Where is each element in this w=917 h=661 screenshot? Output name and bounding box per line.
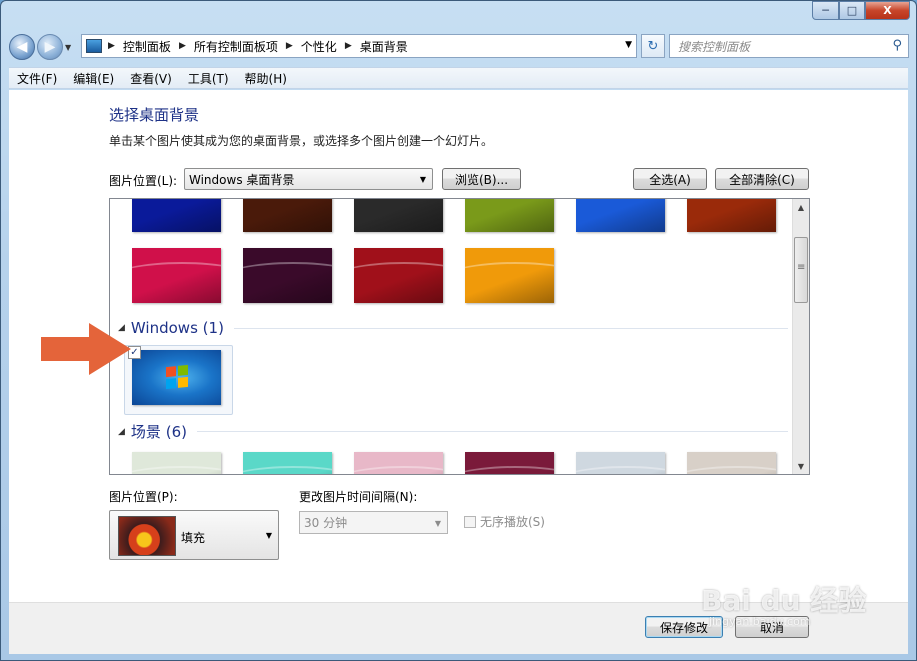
browse-button[interactable]: 浏览(B)... bbox=[442, 168, 521, 190]
wallpaper-thumbnail-solid[interactable] bbox=[243, 248, 332, 303]
collapse-triangle-icon[interactable]: ◢ bbox=[118, 427, 125, 437]
search-input[interactable]: 搜索控制面板 ⚲ bbox=[669, 34, 909, 58]
wallpaper-gallery: ◢ Windows (1) ✓ ◢ 场景 (6) ▲ ▼ bbox=[109, 198, 810, 475]
search-placeholder: 搜索控制面板 bbox=[678, 39, 751, 54]
wallpaper-thumbnail-solid[interactable] bbox=[354, 248, 443, 303]
page-description: 单击某个图片使其成为您的桌面背景，或选择多个图片创建一个幻灯片。 bbox=[109, 134, 494, 148]
wallpaper-thumbnail-scene[interactable] bbox=[354, 452, 443, 474]
minimize-button[interactable]: ─ bbox=[812, 1, 839, 20]
group-count: (6) bbox=[165, 422, 187, 441]
menu-view[interactable]: 查看(V) bbox=[122, 70, 180, 87]
menu-file[interactable]: 文件(F) bbox=[9, 70, 65, 87]
wallpaper-thumbnail-solid[interactable] bbox=[465, 248, 554, 303]
breadcrumb-item[interactable]: 桌面背景 bbox=[360, 38, 408, 55]
group-header-scenes[interactable]: ◢ 场景 (6) bbox=[118, 421, 788, 442]
watermark-subtext: jingyan.baidu.com bbox=[709, 615, 811, 628]
wallpaper-thumbnail-windows[interactable] bbox=[132, 350, 221, 405]
maximize-button[interactable]: □ bbox=[839, 1, 865, 20]
scroll-thumb[interactable] bbox=[794, 237, 808, 303]
interval-value: 30 分钟 bbox=[304, 516, 348, 530]
chevron-right-icon[interactable]: ▶ bbox=[286, 41, 293, 51]
scroll-down-icon[interactable]: ▼ bbox=[793, 458, 809, 474]
wallpaper-thumbnail-scene[interactable] bbox=[465, 452, 554, 474]
refresh-button[interactable]: ↻ bbox=[641, 34, 665, 58]
close-button[interactable]: X bbox=[865, 1, 910, 20]
menu-tools[interactable]: 工具(T) bbox=[180, 70, 237, 87]
chevron-right-icon[interactable]: ▶ bbox=[345, 41, 352, 51]
vertical-scrollbar[interactable]: ▲ ▼ bbox=[792, 199, 809, 474]
location-label: 图片位置(L): bbox=[109, 174, 178, 188]
chevron-right-icon[interactable]: ▶ bbox=[108, 41, 115, 51]
group-name: Windows bbox=[130, 319, 198, 337]
shuffle-label: 无序播放(S) bbox=[480, 515, 545, 529]
breadcrumb-item[interactable]: 所有控制面板项 bbox=[194, 38, 278, 55]
wallpaper-thumbnail-scene[interactable] bbox=[687, 452, 776, 474]
wallpaper-thumbnail-scene[interactable] bbox=[576, 452, 665, 474]
menu-bar: 文件(F) 编辑(E) 查看(V) 工具(T) 帮助(H) bbox=[9, 67, 908, 89]
back-button[interactable]: ◀ bbox=[9, 34, 35, 60]
page-title: 选择桌面背景 bbox=[109, 106, 200, 124]
forward-button[interactable]: ▶ bbox=[37, 34, 63, 60]
wallpaper-thumbnail-solid[interactable] bbox=[354, 199, 443, 232]
picture-position-select[interactable]: 填充 ▼ bbox=[109, 510, 279, 560]
breadcrumb-item[interactable]: 个性化 bbox=[301, 38, 337, 55]
menu-help[interactable]: 帮助(H) bbox=[237, 70, 295, 87]
watermark-text: Bai du 经验 bbox=[701, 584, 867, 617]
interval-label: 更改图片时间间隔(N): bbox=[299, 490, 418, 504]
address-dropdown-icon[interactable]: ▼ bbox=[625, 40, 632, 50]
position-value: 填充 bbox=[181, 531, 206, 545]
baidu-watermark: Bai du 经验 jingyan.baidu.com bbox=[701, 579, 867, 628]
search-icon[interactable]: ⚲ bbox=[892, 38, 902, 53]
wallpaper-thumbnail-solid[interactable] bbox=[132, 199, 221, 232]
wallpaper-thumbnail-solid[interactable] bbox=[132, 248, 221, 303]
group-count: (1) bbox=[202, 319, 224, 337]
chevron-down-icon: ▼ bbox=[265, 531, 272, 540]
position-label: 图片位置(P): bbox=[109, 490, 178, 504]
menu-edit[interactable]: 编辑(E) bbox=[65, 70, 122, 87]
interval-select[interactable]: 30 分钟 ▼ bbox=[299, 511, 448, 534]
control-panel-window: ─ □ X ◀ ▶ ▼ ▶ 控制面板 ▶ 所有控制面板项 ▶ 个性化 ▶ 桌面背… bbox=[0, 0, 917, 661]
wallpaper-thumbnail-solid[interactable] bbox=[243, 199, 332, 232]
chevron-down-icon: ▼ bbox=[419, 175, 426, 184]
divider bbox=[196, 431, 788, 432]
divider bbox=[233, 327, 788, 329]
chevron-down-icon: ▼ bbox=[434, 519, 441, 528]
clear-all-button[interactable]: 全部清除(C) bbox=[715, 168, 809, 190]
breadcrumb-item[interactable]: 控制面板 bbox=[123, 38, 171, 55]
position-preview-image bbox=[115, 513, 176, 556]
control-panel-icon bbox=[86, 39, 102, 53]
picture-location-select[interactable]: Windows 桌面背景 ▼ bbox=[184, 168, 433, 190]
windows-logo-icon bbox=[166, 364, 188, 390]
scroll-up-icon[interactable]: ▲ bbox=[793, 199, 809, 215]
wallpaper-thumbnail-solid[interactable] bbox=[576, 199, 665, 232]
wallpaper-thumbnail-scene[interactable] bbox=[243, 452, 332, 474]
picture-location-value: Windows 桌面背景 bbox=[189, 172, 295, 187]
wallpaper-thumbnail-solid[interactable] bbox=[465, 199, 554, 232]
address-bar[interactable]: ▶ 控制面板 ▶ 所有控制面板项 ▶ 个性化 ▶ 桌面背景 ▼ bbox=[81, 34, 637, 58]
wallpaper-thumbnail-solid[interactable] bbox=[687, 199, 776, 232]
wallpaper-thumbnail-scene[interactable] bbox=[132, 452, 221, 474]
main-content: 选择桌面背景 单击某个图片使其成为您的桌面背景，或选择多个图片创建一个幻灯片。 … bbox=[9, 90, 908, 602]
shuffle-checkbox[interactable]: 无序播放(S) bbox=[464, 513, 545, 530]
recent-pages-dropdown-icon[interactable]: ▼ bbox=[65, 43, 75, 52]
navigation-bar: ◀ ▶ ▼ ▶ 控制面板 ▶ 所有控制面板项 ▶ 个性化 ▶ 桌面背景 ▼ ↻ … bbox=[9, 31, 909, 63]
annotation-arrow-icon bbox=[41, 323, 131, 375]
checkbox-box[interactable] bbox=[464, 515, 476, 528]
select-all-button[interactable]: 全选(A) bbox=[633, 168, 707, 190]
group-header-windows[interactable]: ◢ Windows (1) bbox=[118, 319, 788, 337]
group-name: 场景 bbox=[130, 423, 161, 441]
caption-buttons: ─ □ X bbox=[812, 1, 910, 20]
chevron-right-icon[interactable]: ▶ bbox=[179, 41, 186, 51]
